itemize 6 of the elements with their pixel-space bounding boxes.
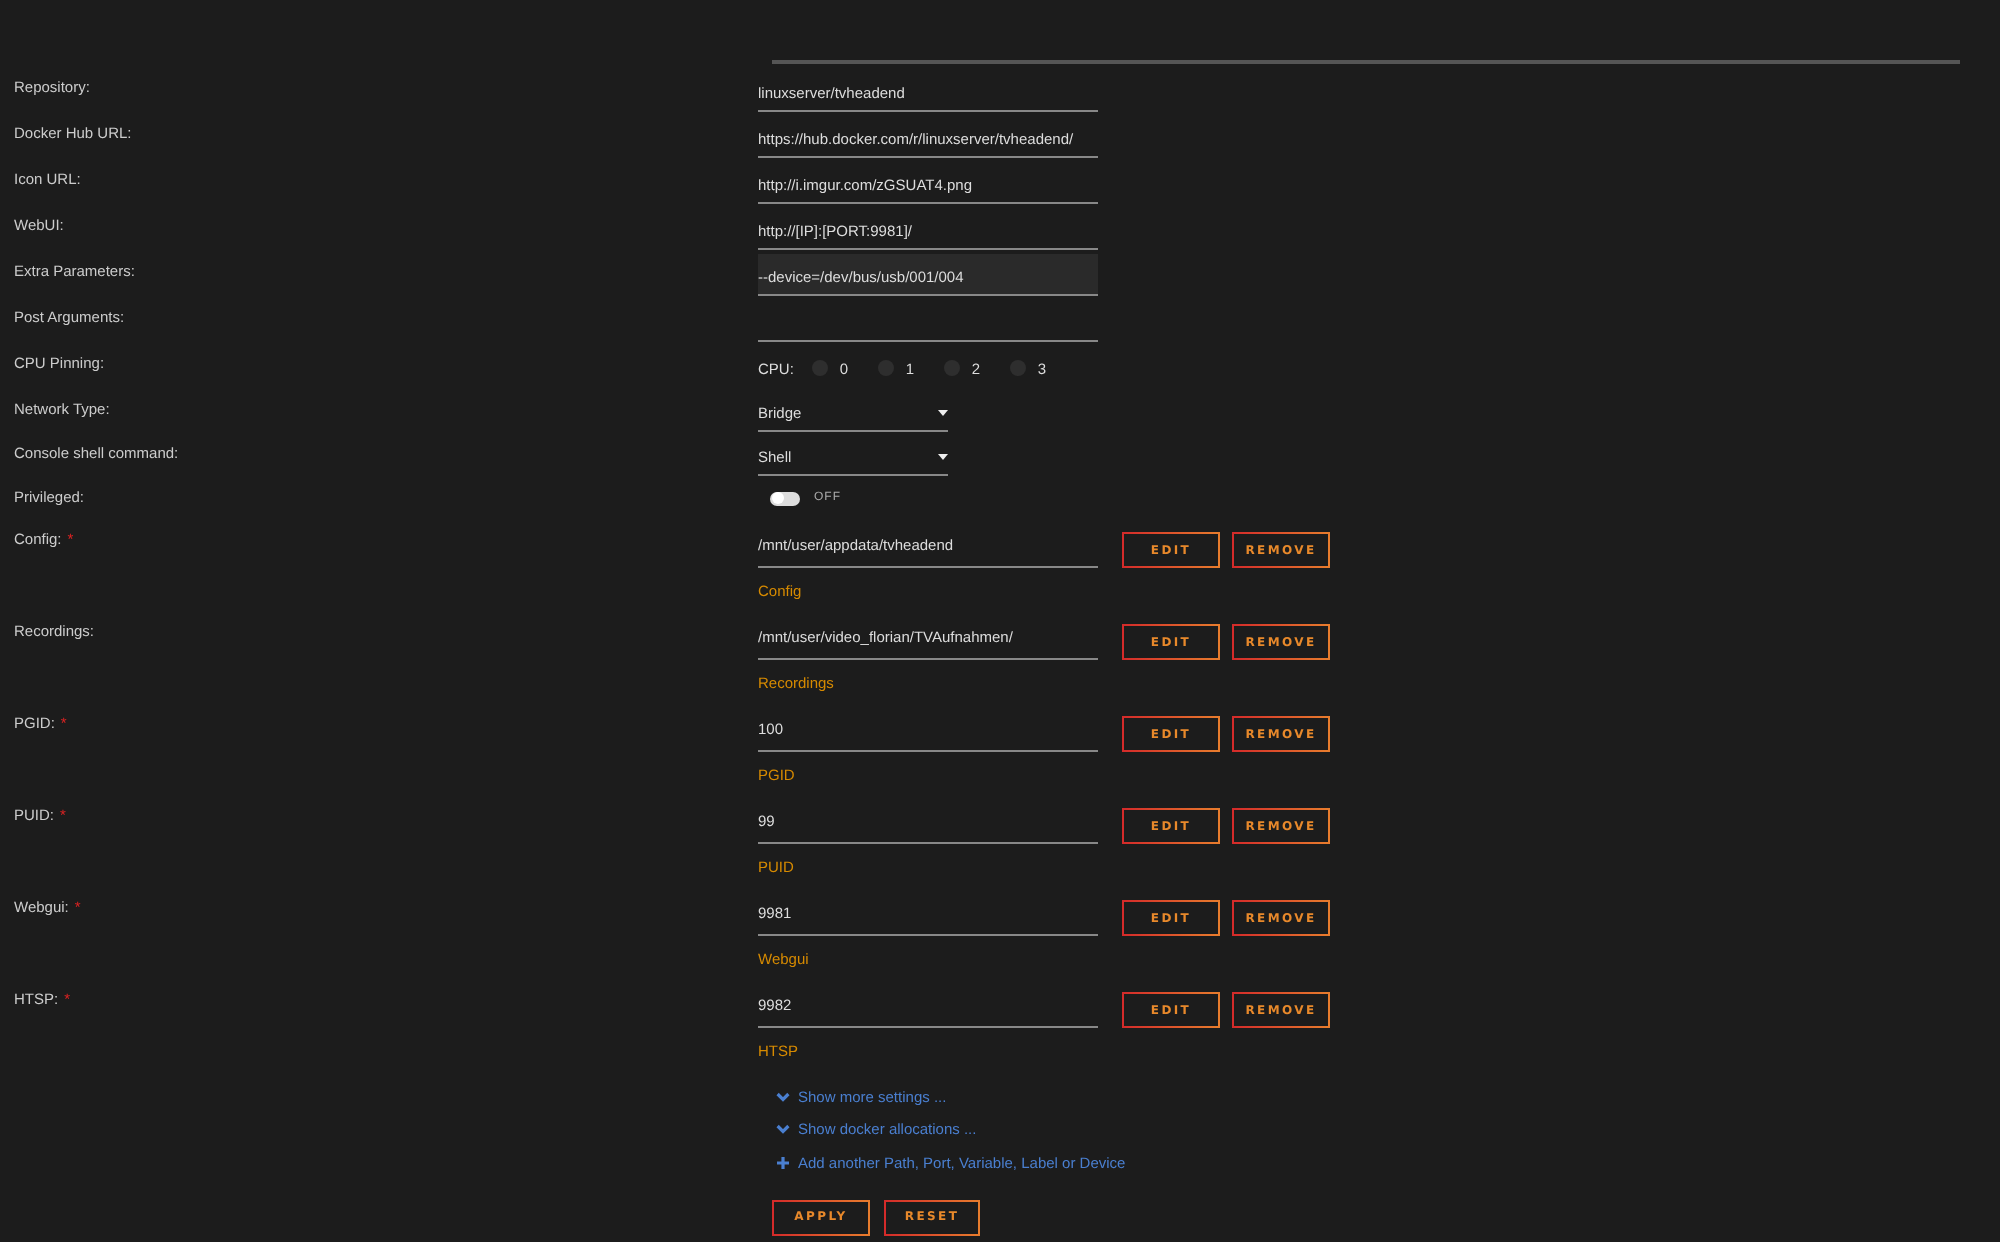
plus-icon <box>776 1155 790 1170</box>
chevron-down-icon <box>776 1089 790 1104</box>
caret-icon <box>938 408 948 418</box>
caret-icon <box>938 452 948 462</box>
toggle-switch[interactable] <box>770 491 800 505</box>
chevron-down-icon <box>776 1122 790 1137</box>
